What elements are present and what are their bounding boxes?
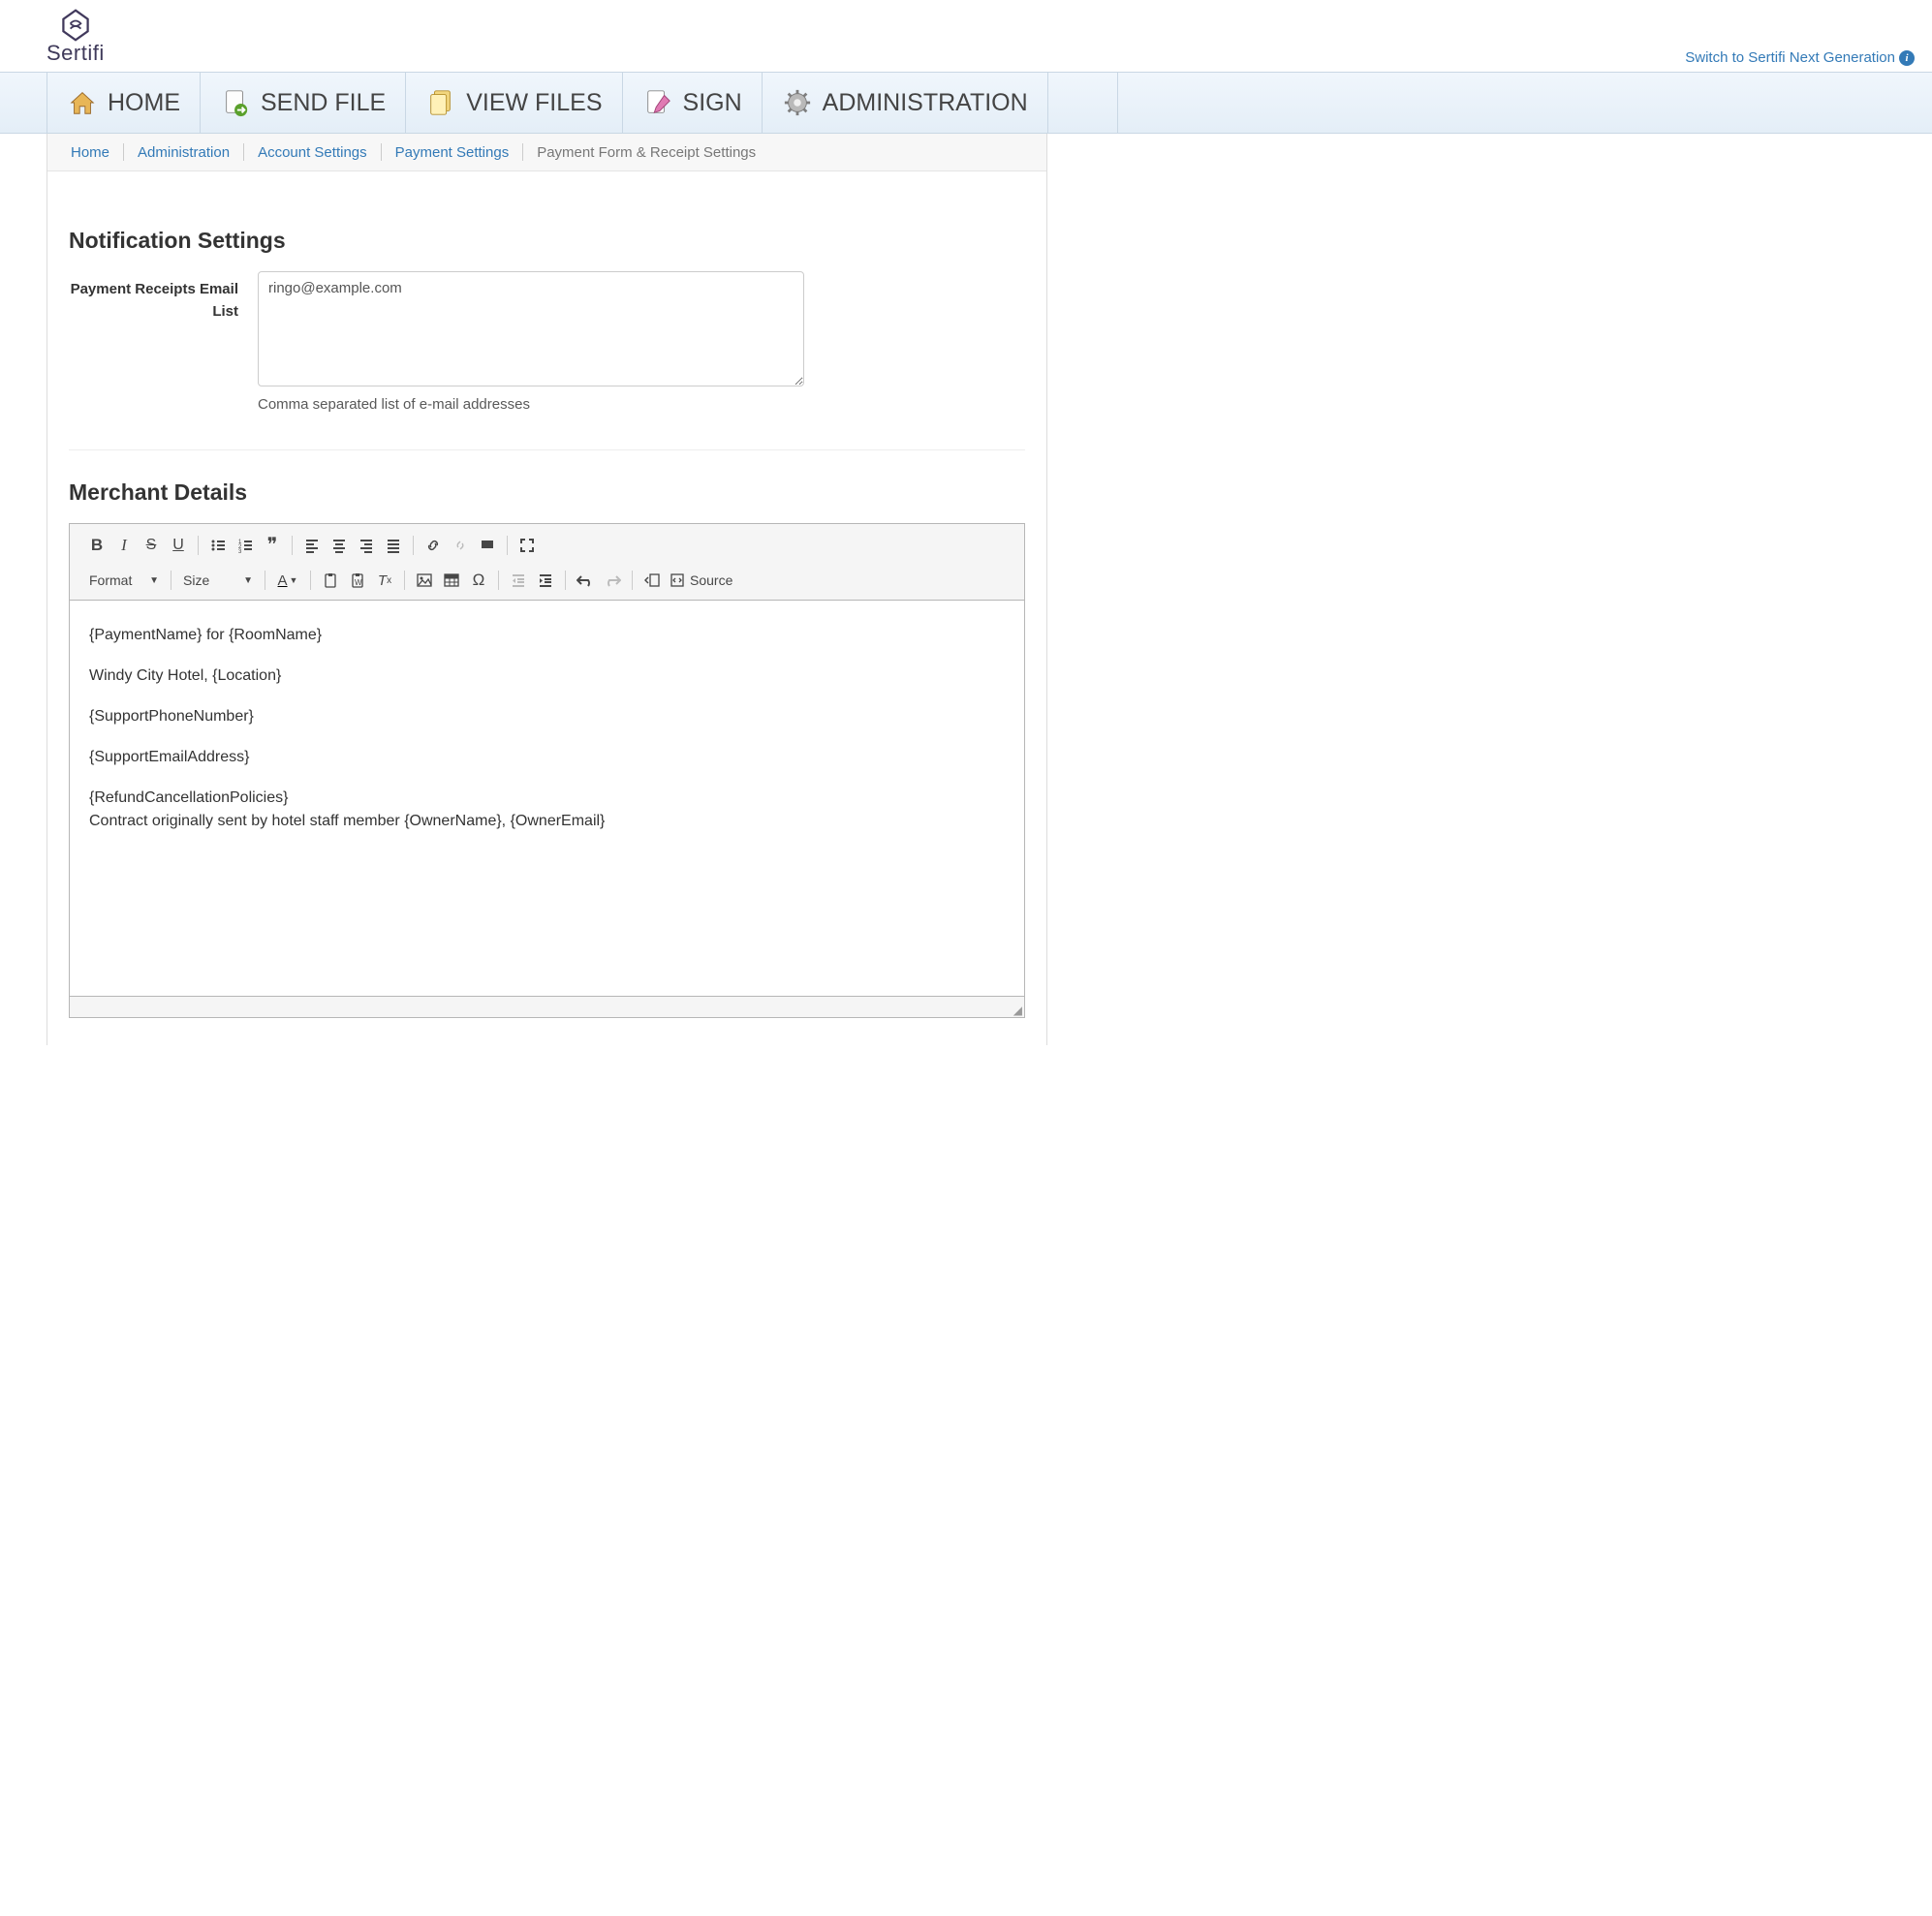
- info-icon: i: [1899, 50, 1915, 66]
- editor-statusbar[interactable]: [70, 996, 1024, 1017]
- anchor-button[interactable]: [474, 532, 501, 559]
- logo: Sertifi: [47, 8, 105, 66]
- nav-label: SEND FILE: [261, 89, 386, 117]
- bullet-list-button[interactable]: [204, 532, 232, 559]
- editor-toolbar: B I S U 123 ❞: [70, 524, 1024, 601]
- format-dropdown[interactable]: Format▼: [83, 569, 165, 592]
- blockquote-button[interactable]: ❞: [259, 532, 286, 559]
- number-list-button[interactable]: 123: [232, 532, 259, 559]
- divider: [69, 449, 1025, 450]
- paste-word-button[interactable]: W: [344, 567, 371, 594]
- brand-name: Sertifi: [47, 41, 105, 66]
- breadcrumb-home[interactable]: Home: [71, 144, 109, 161]
- editor-body[interactable]: {PaymentName} for {RoomName}Windy City H…: [70, 601, 1024, 996]
- maximize-button[interactable]: [514, 532, 541, 559]
- breadcrumb-payment-settings[interactable]: Payment Settings: [395, 144, 510, 161]
- align-right-button[interactable]: [353, 532, 380, 559]
- svg-text:W: W: [355, 578, 362, 587]
- table-button[interactable]: [438, 567, 465, 594]
- strikethrough-button[interactable]: S: [138, 532, 165, 559]
- email-list-row: Payment Receipts Email List Comma separa…: [69, 271, 1025, 413]
- email-list-label: Payment Receipts Email List: [69, 271, 258, 323]
- send-file-icon: [220, 87, 251, 118]
- svg-text:3: 3: [238, 549, 242, 553]
- nav-view-files[interactable]: VIEW FILES: [406, 73, 622, 133]
- image-button[interactable]: [411, 567, 438, 594]
- toolbar-row-2: Format▼ Size▼ A▼ W Tx Ω: [74, 565, 1020, 600]
- nav-spacer: [1048, 73, 1118, 133]
- source-button[interactable]: Source: [666, 571, 736, 590]
- nav-label: VIEW FILES: [466, 89, 602, 117]
- undo-button[interactable]: [572, 567, 599, 594]
- underline-button[interactable]: U: [165, 532, 192, 559]
- view-files-icon: [425, 87, 456, 118]
- sertifi-logo-icon: [58, 8, 93, 43]
- email-list-input[interactable]: [258, 271, 804, 386]
- home-icon: [67, 87, 98, 118]
- breadcrumb-account-settings[interactable]: Account Settings: [258, 144, 367, 161]
- sign-icon: [642, 87, 673, 118]
- redo-button[interactable]: [599, 567, 626, 594]
- text-color-button[interactable]: A▼: [271, 567, 304, 594]
- paste-button[interactable]: [317, 567, 344, 594]
- nav-label: SIGN: [683, 89, 742, 117]
- show-blocks-button[interactable]: [639, 567, 666, 594]
- nav-administration[interactable]: ADMINISTRATION: [763, 73, 1048, 133]
- toolbar-row-1: B I S U 123 ❞: [74, 530, 1020, 565]
- italic-button[interactable]: I: [110, 532, 138, 559]
- email-list-help: Comma separated list of e-mail addresses: [258, 396, 804, 413]
- switch-generation-link[interactable]: Switch to Sertifi Next Generation i: [1685, 49, 1915, 66]
- breadcrumb: Home Administration Account Settings Pay…: [47, 134, 1046, 171]
- content-area: Home Administration Account Settings Pay…: [47, 134, 1047, 1045]
- header-bar: Sertifi Switch to Sertifi Next Generatio…: [0, 0, 1932, 72]
- nav-sign[interactable]: SIGN: [623, 73, 763, 133]
- bold-button[interactable]: B: [83, 532, 110, 559]
- notification-settings-heading: Notification Settings: [69, 228, 1025, 254]
- link-button[interactable]: [420, 532, 447, 559]
- align-left-button[interactable]: [298, 532, 326, 559]
- nav-label: HOME: [108, 89, 180, 117]
- rich-text-editor: B I S U 123 ❞: [69, 523, 1025, 1018]
- nav-home[interactable]: HOME: [47, 73, 201, 133]
- nav-send-file[interactable]: SEND FILE: [201, 73, 406, 133]
- special-char-button[interactable]: Ω: [465, 567, 492, 594]
- unlink-button[interactable]: [447, 532, 474, 559]
- breadcrumb-current: Payment Form & Receipt Settings: [537, 144, 756, 161]
- settings-panel: Notification Settings Payment Receipts E…: [47, 171, 1046, 1045]
- main-nav: HOME SEND FILE VIEW FILES SIGN ADMINISTR…: [0, 72, 1932, 134]
- gear-icon: [782, 87, 813, 118]
- indent-button[interactable]: [532, 567, 559, 594]
- align-justify-button[interactable]: [380, 532, 407, 559]
- size-dropdown[interactable]: Size▼: [177, 569, 259, 592]
- remove-format-button[interactable]: Tx: [371, 567, 398, 594]
- merchant-details-heading: Merchant Details: [69, 479, 1025, 506]
- source-label: Source: [690, 572, 732, 588]
- outdent-button[interactable]: [505, 567, 532, 594]
- switch-link-text: Switch to Sertifi Next Generation: [1685, 49, 1895, 66]
- align-center-button[interactable]: [326, 532, 353, 559]
- nav-label: ADMINISTRATION: [823, 89, 1028, 117]
- breadcrumb-administration[interactable]: Administration: [138, 144, 230, 161]
